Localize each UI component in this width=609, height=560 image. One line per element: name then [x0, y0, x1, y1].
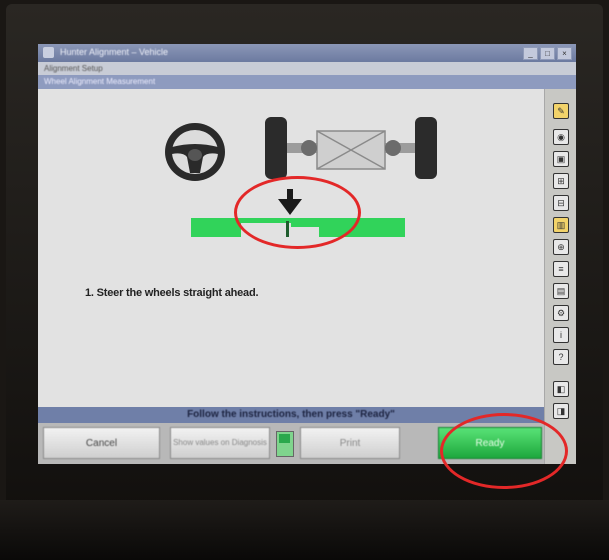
tool-b-icon[interactable]: ◨ [553, 403, 569, 419]
sensor-icon[interactable]: ⊞ [553, 173, 569, 189]
alignment-icon[interactable]: ⊕ [553, 239, 569, 255]
steering-wheel-icon [165, 123, 225, 181]
vehicle-icon[interactable]: ▣ [553, 151, 569, 167]
instruction-text: 1. Steer the wheels straight ahead. [85, 287, 259, 299]
list-icon[interactable]: ≡ [553, 261, 569, 277]
app-icon [43, 47, 54, 58]
diagnosis-toggle[interactable] [276, 431, 294, 457]
title-bar: Hunter Alignment – Vehicle _ □ × [38, 44, 576, 62]
maximize-button[interactable]: □ [540, 47, 555, 60]
nav-bar: Wheel Alignment Measurement [38, 75, 576, 89]
nav-label: Wheel Alignment Measurement [44, 77, 156, 86]
cancel-button[interactable]: Cancel [43, 427, 160, 459]
tire-icon[interactable]: ▥ [553, 217, 569, 233]
right-toolbar: ✎ ◉ ▣ ⊞ ⊟ ▥ ⊕ ≡ ▤ ⚙ i ? ◧ ◨ [544, 89, 576, 464]
pencil-icon[interactable]: ✎ [553, 103, 569, 119]
gauge-icon[interactable]: ◉ [553, 129, 569, 145]
chart-icon[interactable]: ▤ [553, 283, 569, 299]
print-button[interactable]: Print [300, 427, 400, 459]
help-icon[interactable]: ? [553, 349, 569, 365]
close-button[interactable]: × [557, 47, 572, 60]
minimize-button[interactable]: _ [523, 47, 538, 60]
monitor-stand [0, 500, 609, 560]
toggle-knob [279, 434, 290, 443]
tool-a-icon[interactable]: ◧ [553, 381, 569, 397]
window-controls: _ □ × [523, 47, 572, 60]
measure-icon[interactable]: ⊟ [553, 195, 569, 211]
menu-label[interactable]: Alignment Setup [44, 64, 103, 73]
highlight-circle-ready [440, 413, 568, 489]
info-icon[interactable]: i [553, 327, 569, 343]
screen: Hunter Alignment – Vehicle _ □ × Alignme… [38, 44, 576, 464]
settings-icon[interactable]: ⚙ [553, 305, 569, 321]
highlight-circle-meter [234, 176, 361, 249]
menu-bar: Alignment Setup [38, 62, 576, 75]
window-title: Hunter Alignment – Vehicle [60, 47, 169, 57]
show-diagnosis-button[interactable]: Show values on Diagnosis [170, 427, 270, 459]
